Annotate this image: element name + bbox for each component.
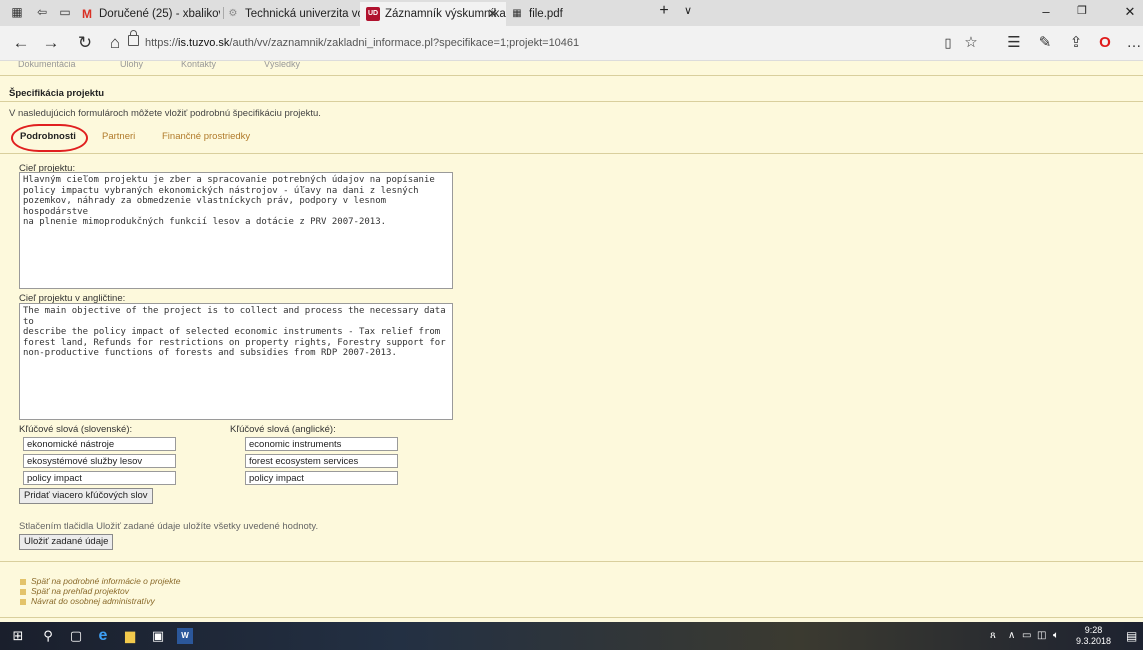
close-window-icon[interactable]: ✕ [1120,4,1140,20]
link-back-details[interactable]: Späť na podrobné informácie o projekte [20,576,181,586]
top-nav: Dokumentácia Úlohy Kontakty Výsledky [0,61,1143,71]
notifications-icon[interactable]: ▤ [1126,629,1137,643]
link-label: Návrat do osobnej administratívy [31,596,155,606]
nav-kontakty[interactable]: Kontakty [181,61,216,69]
maximize-icon[interactable]: ❐ [1072,4,1092,17]
keyword-en-1-input[interactable] [245,437,398,451]
close-tab-icon[interactable]: ✕ [487,2,498,26]
favorite-star-icon[interactable]: ☆ [961,34,981,52]
page-content: Dokumentácia Úlohy Kontakty Výsledky Špe… [0,61,1143,622]
tab-gmail[interactable]: M Doručené (25) - xbalikova@ [80,2,220,26]
battery-icon[interactable]: ▭ [1022,630,1031,641]
goal-en-textarea[interactable]: The main objective of the project is to … [19,303,453,420]
tab-manager-icon[interactable]: ▭ [58,5,72,19]
nav-vysledky[interactable]: Výsledky [264,61,300,69]
nav-dokumentacia[interactable]: Dokumentácia [18,61,76,69]
link-back-overview[interactable]: Späť na prehľad projektov [20,586,129,596]
share-icon[interactable]: ⇪ [1066,34,1086,52]
add-keywords-button[interactable]: Pridať viacero kľúčových slov [19,488,153,504]
university-icon: ⚙ [228,7,238,19]
tray-chevron-icon[interactable]: ∧ [1008,630,1015,641]
edge-icon[interactable]: e [95,628,111,644]
new-tab-button[interactable]: + [654,2,674,20]
clock-time: 9:28 [1084,625,1103,635]
tab-preview-icon[interactable]: ▦ [10,5,24,19]
minimize-icon[interactable]: – [1036,4,1056,19]
keyword-en-3-input[interactable] [245,471,398,485]
pen-icon[interactable]: ✎ [1035,34,1055,52]
tab-zaznamnik[interactable]: UD Záznamník výskumníka ✕ [360,2,506,26]
goal-textarea[interactable]: Hlavným cieľom projektu je zber a spraco… [19,172,453,289]
tab-file-pdf[interactable]: ▦ file.pdf [510,2,650,26]
keywords-en-label: Kľúčové slová (anglické): [230,424,336,435]
lock-icon [128,30,139,46]
home-icon[interactable]: ⌂ [104,33,126,53]
keyword-sk-2-input[interactable] [23,454,176,468]
opera-icon[interactable]: O [1095,34,1115,52]
keyword-en-2-input[interactable] [245,454,398,468]
save-hint: Stlačením tlačidla Uložiť zadané údaje u… [19,521,319,532]
address-bar: ← → ↻ ⌂ https://is.tuzvo.sk/auth/vv/zazn… [0,26,1143,61]
link-label: Späť na podrobné informácie o projekte [31,576,181,586]
search-icon[interactable]: ⚲ [40,628,56,644]
highlight-ring [11,124,88,152]
url-host: is.tuzvo.sk [178,37,230,49]
network-icon[interactable]: ◫ [1037,630,1046,641]
subtab-finance[interactable]: Finančné prostriedky [162,131,250,142]
keyword-sk-1-input[interactable] [23,437,176,451]
tab-label: Technická univerzita vo Zvo [245,8,360,20]
browser-tab-bar: ▦ ⇦ ▭ M Doručené (25) - xbalikova@ ⚙ Techn… [0,0,1143,26]
intro-text: V nasledujúcich formulároch môžete vloži… [9,108,321,119]
subtab-partners[interactable]: Partneri [102,131,135,142]
ud-icon: UD [366,6,380,21]
url-path: /auth/vv/zaznamnik/zakladni_informace.pl… [229,37,580,49]
tab-list-chevron-icon[interactable]: ∨ [678,4,698,17]
back-arrow-icon[interactable]: ← [10,33,32,53]
clock-date: 9.3.2018 [1075,636,1111,646]
task-view-icon[interactable]: ▢ [68,628,84,644]
link-label: Späť na prehľad projektov [31,586,130,596]
reading-view-icon[interactable]: ▯ [938,34,958,52]
url-field[interactable]: https://is.tuzvo.sk/auth/vv/zaznamnik/za… [145,34,579,52]
volume-icon[interactable]: 🔈︎ [1053,630,1059,641]
tab-label: Doručené (25) - xbalikova@ [99,8,220,20]
store-icon[interactable]: ▣ [150,628,166,644]
refresh-icon[interactable]: ↻ [74,33,96,53]
bullet-icon [20,578,26,585]
save-button[interactable]: Uložiť zadané údaje [19,534,114,550]
bullet-icon [20,598,26,605]
bullet-icon [20,588,26,595]
windows-start-icon[interactable]: ⊞ [10,628,26,644]
word-icon[interactable]: W [177,628,193,644]
more-menu-icon[interactable]: … [1124,34,1143,52]
windows-taskbar: ⊞ ⚲ ▢ e ▆ ▣ W ጸ ∧ ▭ ◫ 🔈︎ 9:28 9.3.2018 ▤ [0,622,1143,650]
keyword-sk-3-input[interactable] [23,471,176,485]
link-personal-admin[interactable]: Návrat do osobnej administratívy [20,596,155,606]
people-icon[interactable]: ጸ [990,630,996,641]
file-explorer-icon[interactable]: ▆ [122,628,138,644]
back-tabs-icon[interactable]: ⇦ [35,5,49,19]
url-prefix: https:// [145,37,179,49]
gmail-icon: M [82,6,92,21]
tab-tuzvo[interactable]: ⚙ Technická univerzita vo Zvo [226,2,360,26]
forward-arrow-icon[interactable]: → [40,33,62,53]
tab-label: file.pdf [529,8,563,20]
clock[interactable]: 9:28 9.3.2018 [1076,625,1111,647]
page-title: Špecifikácia projektu [9,88,105,99]
nav-ulohy[interactable]: Úlohy [120,61,143,69]
keywords-sk-label: Kľúčové slová (slovenské): [19,424,133,435]
pdf-icon: ▦ [512,7,522,19]
favorites-list-icon[interactable]: ☰ [1004,34,1024,52]
